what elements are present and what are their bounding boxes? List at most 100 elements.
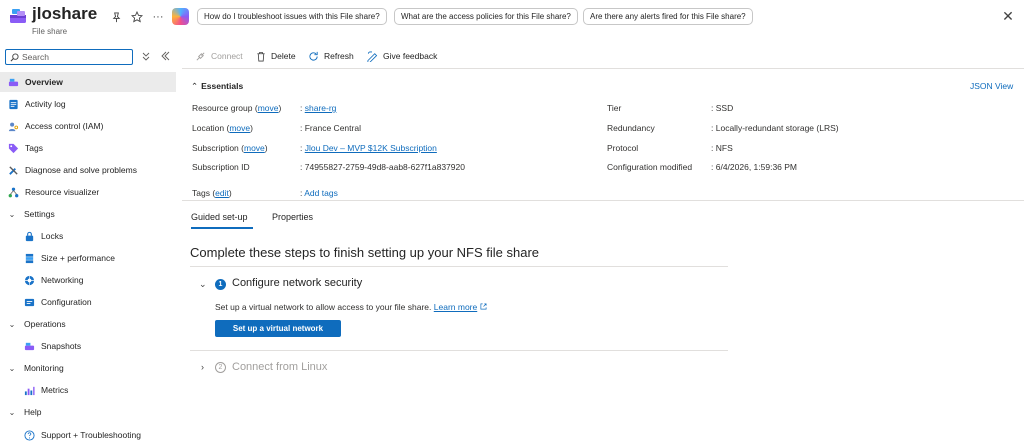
sidebar-item-label: Activity log bbox=[25, 99, 66, 109]
guide-heading: Complete these steps to finish setting u… bbox=[190, 245, 540, 260]
sidebar-item-label: Support + Troubleshooting bbox=[41, 430, 141, 440]
resource-type: File share bbox=[32, 27, 68, 36]
resource-group-link[interactable]: share-rg bbox=[305, 103, 337, 113]
delete-button[interactable]: Delete bbox=[256, 49, 296, 63]
sidebar-item-label: Metrics bbox=[41, 385, 69, 395]
step-title-network-security[interactable]: Configure network security bbox=[232, 277, 362, 289]
give-feedback-button[interactable]: Give feedback bbox=[366, 49, 437, 63]
step-description: Set up a virtual network to allow access… bbox=[215, 302, 487, 312]
sidebar-item-activity-log[interactable]: Activity log bbox=[0, 94, 176, 114]
config-icon bbox=[24, 298, 35, 306]
step-number-badge: 2 bbox=[215, 362, 226, 373]
external-link-icon bbox=[480, 303, 487, 310]
resource-title: jloshare bbox=[32, 4, 98, 23]
sidebar-item-label: Snapshots bbox=[41, 341, 82, 351]
tier-label: Tier bbox=[607, 103, 622, 113]
essentials-divider bbox=[182, 200, 1024, 201]
sidebar-item-tags[interactable]: Tags bbox=[0, 138, 176, 158]
tab-properties[interactable]: Properties bbox=[272, 212, 313, 222]
guide-divider bbox=[190, 266, 728, 267]
protocol-value: : NFS bbox=[711, 143, 733, 153]
copilot-suggestion-troubleshoot[interactable]: How do I troubleshoot issues with this F… bbox=[197, 8, 387, 25]
redundancy-label: Redundancy bbox=[607, 123, 655, 133]
chevron-down-icon: ⌄ bbox=[8, 407, 16, 417]
sidebar-item-label: Tags bbox=[25, 143, 43, 153]
connect-button[interactable]: Connect bbox=[195, 49, 243, 63]
sidebar-item-label: Help bbox=[24, 407, 42, 417]
sidebar-item-locks[interactable]: Locks bbox=[0, 226, 176, 246]
search-input[interactable] bbox=[22, 51, 128, 63]
step-number-badge: 1 bbox=[215, 279, 226, 290]
subscription-id-value: : 74955827-2759-49d8-aab8-627f1a837920 bbox=[300, 162, 465, 172]
json-view-link[interactable]: JSON View bbox=[970, 81, 1013, 91]
sidebar-item-iam[interactable]: Access control (IAM) bbox=[0, 116, 176, 136]
location-label: Location (move) bbox=[192, 123, 253, 133]
sidebar-search[interactable] bbox=[5, 49, 133, 65]
copilot-suggestion-access-policies[interactable]: What are the access policies for this Fi… bbox=[394, 8, 578, 25]
tag-icon bbox=[8, 143, 19, 153]
edit-tags-link[interactable]: edit bbox=[215, 188, 229, 198]
refresh-label: Refresh bbox=[324, 51, 354, 61]
chevron-down-icon: ⌄ bbox=[8, 363, 16, 373]
pin-icon[interactable] bbox=[109, 10, 123, 24]
copilot-suggestion-alerts[interactable]: Are there any alerts fired for this File… bbox=[583, 8, 753, 25]
chevron-down-icon[interactable]: ⌄ bbox=[199, 279, 207, 290]
essentials-title: Essentials bbox=[201, 81, 244, 91]
sidebar-item-size-performance[interactable]: Size + performance bbox=[0, 248, 176, 268]
sidebar-group-settings[interactable]: ⌄ Settings bbox=[0, 204, 176, 224]
essentials-toggle[interactable]: ⌃ Essentials bbox=[191, 81, 243, 92]
tab-guided-setup[interactable]: Guided set-up bbox=[191, 212, 248, 222]
sidebar-item-label: Diagnose and solve problems bbox=[25, 165, 137, 175]
sidebar-item-support[interactable]: Support + Troubleshooting bbox=[0, 425, 176, 445]
feedback-icon bbox=[367, 51, 378, 62]
move-subscription-link[interactable]: move bbox=[244, 143, 265, 153]
subscription-id-label: Subscription ID bbox=[192, 162, 250, 172]
sidebar-item-label: Configuration bbox=[41, 297, 92, 307]
connect-label: Connect bbox=[211, 51, 243, 61]
sidebar-item-snapshots[interactable]: Snapshots bbox=[0, 336, 176, 356]
active-tab-indicator bbox=[191, 227, 253, 229]
sidebar-item-overview[interactable]: Overview bbox=[0, 72, 176, 92]
subscription-link[interactable]: Jlou Dev – MVP $12K Subscription bbox=[305, 143, 437, 153]
storage-icon bbox=[25, 253, 34, 263]
sidebar-item-resource-visualizer[interactable]: Resource visualizer bbox=[0, 182, 176, 202]
collapse-sidebar-icon[interactable] bbox=[161, 51, 170, 63]
sidebar-item-diagnose[interactable]: Diagnose and solve problems bbox=[0, 160, 176, 180]
sidebar-item-label: Networking bbox=[41, 275, 84, 285]
move-location-link[interactable]: move bbox=[229, 123, 250, 133]
sidebar-group-operations[interactable]: ⌄ Operations bbox=[0, 314, 176, 334]
sidebar-item-label: Monitoring bbox=[24, 363, 64, 373]
file-share-icon bbox=[10, 9, 26, 23]
move-resource-group-link[interactable]: move bbox=[258, 103, 279, 113]
setup-virtual-network-button[interactable]: Set up a virtual network bbox=[215, 320, 341, 337]
snapshot-icon bbox=[24, 342, 35, 350]
close-icon[interactable]: ✕ bbox=[1001, 9, 1015, 23]
sidebar-item-label: Resource visualizer bbox=[25, 187, 100, 197]
more-options-icon[interactable]: ··· bbox=[151, 10, 165, 24]
chevron-right-icon[interactable]: › bbox=[201, 362, 204, 372]
sidebar-filter-icon[interactable] bbox=[142, 51, 150, 63]
network-icon bbox=[24, 275, 35, 285]
feedback-label: Give feedback bbox=[383, 51, 438, 61]
sidebar-group-monitoring[interactable]: ⌄ Monitoring bbox=[0, 358, 176, 378]
step-title-connect-linux[interactable]: Connect from Linux bbox=[232, 361, 327, 373]
file-share-icon bbox=[8, 78, 19, 86]
toolbar-divider bbox=[182, 68, 1024, 69]
learn-more-link[interactable]: Learn more bbox=[434, 302, 477, 312]
sidebar-group-help[interactable]: ⌄ Help bbox=[0, 402, 176, 422]
favorite-star-icon[interactable] bbox=[130, 10, 144, 24]
sidebar-item-networking[interactable]: Networking bbox=[0, 270, 176, 290]
plug-icon bbox=[196, 52, 205, 60]
tier-value: : SSD bbox=[711, 103, 734, 113]
trash-icon bbox=[257, 51, 265, 61]
resource-group-value: : share-rg bbox=[300, 103, 337, 113]
copilot-icon[interactable] bbox=[172, 8, 189, 25]
add-tags-link[interactable]: Add tags bbox=[304, 188, 338, 198]
sidebar-item-metrics[interactable]: Metrics bbox=[0, 380, 176, 400]
step-divider bbox=[190, 350, 728, 351]
activity-log-icon bbox=[9, 99, 18, 109]
sidebar-item-label: Overview bbox=[25, 77, 63, 87]
config-modified-label: Configuration modified bbox=[607, 162, 693, 172]
sidebar-item-configuration[interactable]: Configuration bbox=[0, 292, 176, 312]
refresh-button[interactable]: Refresh bbox=[308, 49, 354, 63]
